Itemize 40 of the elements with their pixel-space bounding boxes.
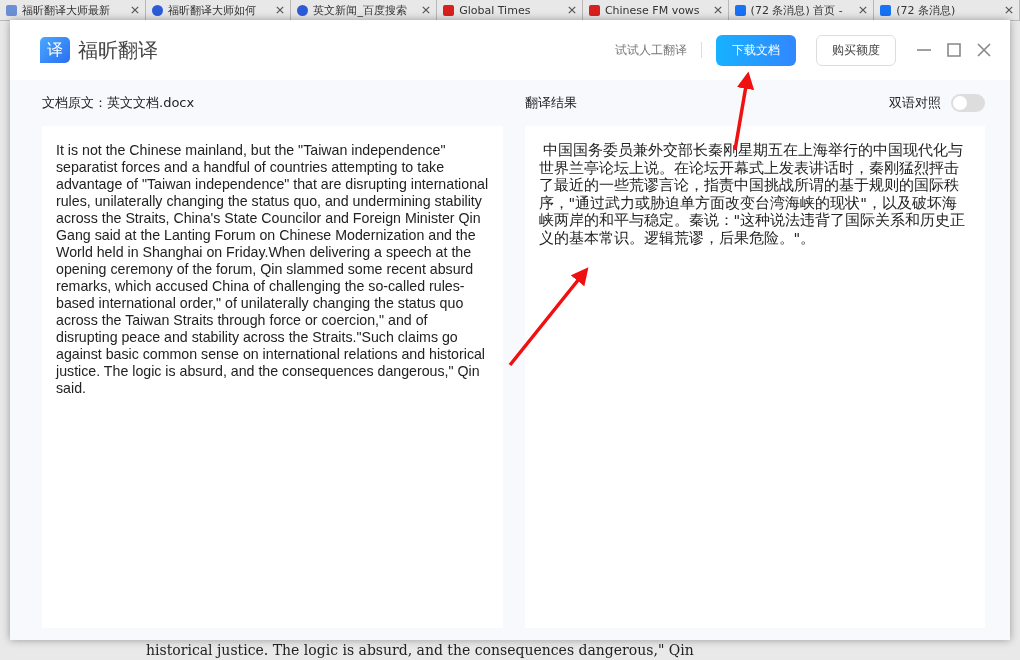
bilingual-label: 双语对照 — [889, 94, 941, 112]
close-icon[interactable] — [130, 6, 139, 14]
close-icon[interactable] — [859, 6, 868, 14]
browser-tab[interactable]: (72 条消息) 首页 - — [728, 0, 875, 20]
tab-title: (72 条消息) — [896, 2, 957, 18]
tab-title: 福昕翻译大师如何 — [167, 2, 257, 18]
close-icon[interactable] — [567, 6, 576, 14]
site-icon — [297, 4, 309, 16]
logo-icon: 译 — [40, 37, 70, 63]
tab-title: Global Times — [459, 3, 532, 17]
site-icon — [588, 4, 600, 16]
maximize-icon[interactable] — [946, 42, 962, 58]
site-icon — [443, 4, 455, 16]
bilingual-toggle[interactable] — [951, 94, 985, 112]
source-text: It is not the Chinese mainland, but the "Taiwan independence" separatist forces and a handful of countries attempting to take advantage of "Taiwan independence" that are disrupting international rules, unilaterally changing the status quo, and undermining stability across the Straits, China's State Councilor and Foreign Minister Qin Gang said at the Lanting Forum on Chinese Modernization and the World held in Shanghai on Friday.When delivering a speech at the opening ceremony of the forum, Qin slammed some recent absurd remarks, which accused China of challenging the so-called rules-based international order," of unilaterally changing the status quo across the Taiwan Straits through force or coercion," and of disrupting peace and stability across the Straits."Such claims go against basic common sense on international relations and historical justice. The logic is absurd, and the consequences dangerous," Qin said. — [56, 142, 489, 397]
close-icon[interactable] — [713, 6, 722, 14]
browser-tab[interactable]: Global Times — [437, 0, 583, 20]
app-name: 福昕翻译 — [78, 36, 158, 64]
site-icon — [6, 4, 17, 16]
result-label: 翻译结果 — [524, 94, 577, 112]
browser-tab[interactable]: (72 条消息) — [874, 0, 1020, 20]
browser-tab[interactable]: 福昕翻译大师最新 — [0, 0, 146, 20]
tab-title: (72 条消息) 首页 - — [750, 2, 844, 18]
close-icon[interactable] — [976, 42, 992, 58]
browser-tab[interactable]: 英文新闻_百度搜索 — [291, 0, 438, 20]
source-file-label: 文档原文：英文文档.docx — [42, 94, 195, 112]
tab-title: Chinese FM vows — [604, 3, 701, 17]
close-icon[interactable] — [276, 6, 285, 14]
buy-quota-button[interactable]: 购买额度 — [816, 34, 896, 66]
site-icon — [151, 4, 163, 16]
human-translation-link[interactable]: 试试人工翻译 — [615, 41, 687, 59]
close-icon[interactable] — [1005, 6, 1014, 14]
tab-title: 福昕翻译大师最新 — [22, 2, 111, 18]
tab-title: 英文新闻_百度搜索 — [313, 2, 408, 18]
page-text: historical justice. The logic is absurd, and the consequences dangerous," Qin — [146, 642, 694, 658]
browser-tab[interactable]: 福昕翻译大师如何 — [145, 0, 292, 20]
site-icon — [880, 4, 892, 16]
close-icon[interactable] — [422, 6, 431, 14]
browser-tab[interactable]: Chinese FM vows — [582, 0, 729, 20]
site-icon — [734, 4, 746, 16]
